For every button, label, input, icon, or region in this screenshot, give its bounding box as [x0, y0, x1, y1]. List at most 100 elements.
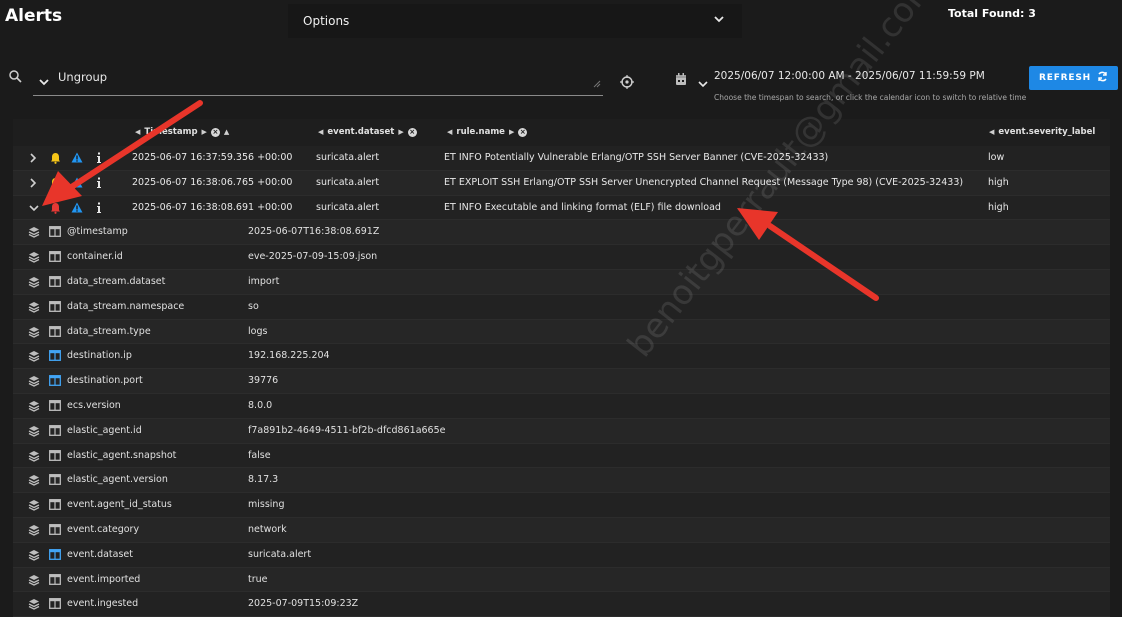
table-body: 2025-06-07 16:37:59.356 +00:00 suricata.… — [13, 146, 1110, 617]
detail-value: true — [248, 573, 268, 585]
chevron-right-icon[interactable] — [29, 178, 37, 191]
layers-icon[interactable] — [28, 499, 40, 514]
group-by-select[interactable]: Ungroup — [33, 62, 603, 96]
refresh-button[interactable]: REFRESH — [1029, 66, 1118, 90]
table-header: ◀ Timestamp ▶ × ▲ ◀ event.dataset ▶ × ◀ … — [13, 119, 1110, 146]
detail-value: import — [248, 275, 280, 287]
date-range-input[interactable]: 2025/06/07 12:00:00 AM - 2025/06/07 11:5… — [714, 70, 985, 82]
detail-key: elastic_agent.snapshot — [67, 449, 177, 461]
warning-icon[interactable] — [71, 202, 83, 216]
chevron-down-icon[interactable] — [29, 204, 39, 215]
column-header-timestamp[interactable]: ◀ Timestamp ▶ × ▲ — [135, 127, 229, 137]
detail-row: elastic_agent.version 8.17.3 — [13, 468, 1110, 494]
column-icon[interactable] — [49, 400, 61, 414]
layers-icon[interactable] — [28, 400, 40, 415]
column-header-severity[interactable]: ◀ event.severity_label — [989, 127, 1095, 137]
layers-icon[interactable] — [28, 226, 40, 241]
remove-column-icon[interactable]: × — [518, 127, 528, 137]
chevron-right-icon[interactable] — [29, 153, 37, 166]
detail-key: @timestamp — [67, 226, 128, 238]
layers-icon[interactable] — [28, 326, 40, 341]
detail-row: data_stream.type logs — [13, 319, 1110, 345]
bell-icon[interactable] — [50, 177, 61, 192]
detail-value: 192.168.225.204 — [248, 350, 330, 362]
column-icon[interactable] — [49, 300, 61, 315]
column-icon[interactable] — [49, 226, 61, 240]
sort-asc-icon[interactable]: ▲ — [224, 128, 229, 136]
bell-icon[interactable] — [50, 152, 61, 167]
table-row[interactable]: 2025-06-07 16:38:08.691 +00:00 suricata.… — [13, 195, 1110, 221]
column-icon[interactable] — [49, 573, 61, 588]
detail-key: elastic_agent.id — [67, 424, 142, 436]
remove-column-icon[interactable]: × — [210, 127, 220, 137]
warning-icon[interactable] — [71, 177, 83, 191]
detail-value: logs — [248, 325, 268, 337]
detail-row: data_stream.namespace so — [13, 294, 1110, 320]
cell-timestamp: 2025-06-07 16:38:06.765 +00:00 — [132, 176, 293, 188]
refresh-icon — [1097, 71, 1108, 85]
calendar-icon[interactable] — [675, 71, 687, 90]
info-icon[interactable] — [96, 177, 102, 192]
chevron-down-icon — [38, 73, 50, 92]
detail-row: destination.ip 192.168.225.204 — [13, 344, 1110, 370]
detail-row: elastic_agent.id f7a891b2-4649-4511-bf2b… — [13, 418, 1110, 444]
warning-icon[interactable] — [71, 152, 83, 166]
info-icon[interactable] — [96, 202, 102, 217]
layers-icon[interactable] — [28, 524, 40, 539]
chevron-down-icon[interactable] — [698, 74, 708, 93]
column-icon[interactable] — [49, 499, 61, 513]
target-icon[interactable] — [620, 74, 634, 93]
detail-key: destination.port — [67, 375, 143, 387]
bell-icon[interactable] — [50, 202, 61, 217]
detail-key: destination.ip — [67, 350, 132, 362]
layers-icon[interactable] — [28, 425, 40, 440]
detail-value: 2025-06-07T16:38:08.691Z — [248, 226, 380, 238]
search-icon — [9, 68, 22, 87]
options-label: Options — [303, 14, 350, 28]
table-row[interactable]: 2025-06-07 16:37:59.356 +00:00 suricata.… — [13, 146, 1110, 171]
column-icon[interactable] — [49, 251, 61, 265]
detail-row: ecs.version 8.0.0 — [13, 393, 1110, 419]
layers-icon[interactable] — [28, 450, 40, 465]
layers-icon[interactable] — [28, 350, 40, 365]
layers-icon[interactable] — [28, 375, 40, 390]
column-header-rule-name[interactable]: ◀ rule.name ▶ × — [447, 127, 528, 137]
remove-column-icon[interactable]: × — [407, 127, 417, 137]
column-icon[interactable] — [49, 325, 61, 340]
detail-key: event.imported — [67, 573, 141, 585]
layers-icon[interactable] — [28, 276, 40, 291]
column-icon[interactable] — [49, 598, 61, 612]
layers-icon[interactable] — [28, 474, 40, 489]
detail-key: container.id — [67, 251, 123, 263]
column-icon[interactable] — [49, 424, 61, 439]
layers-icon[interactable] — [28, 251, 40, 266]
alerts-table: ◀ Timestamp ▶ × ▲ ◀ event.dataset ▶ × ◀ … — [13, 119, 1110, 617]
detail-value: false — [248, 449, 271, 461]
column-icon[interactable] — [49, 375, 61, 389]
layers-icon[interactable] — [28, 301, 40, 316]
column-icon[interactable] — [49, 276, 61, 290]
column-icon[interactable] — [49, 474, 61, 488]
column-icon[interactable] — [49, 548, 61, 563]
detail-row: event.ingested 2025-07-09T15:09:23Z — [13, 592, 1110, 617]
column-icon[interactable] — [49, 524, 61, 538]
cell-dataset: suricata.alert — [316, 201, 380, 213]
detail-key: data_stream.namespace — [67, 300, 185, 312]
detail-value: f7a891b2-4649-4511-bf2b-dfcd861a665e — [248, 424, 446, 436]
layers-icon[interactable] — [28, 598, 40, 613]
column-icon[interactable] — [49, 350, 61, 364]
info-icon[interactable] — [96, 152, 102, 167]
detail-key: elastic_agent.version — [67, 474, 168, 486]
column-icon[interactable] — [49, 449, 61, 464]
layers-icon[interactable] — [28, 574, 40, 589]
resize-handle-icon[interactable] — [593, 73, 601, 92]
detail-row: destination.port 39776 — [13, 369, 1110, 394]
cell-rule-name: ET EXPLOIT SSH Erlang/OTP SSH Server Une… — [444, 176, 964, 188]
column-header-event-dataset[interactable]: ◀ event.dataset ▶ × — [318, 127, 417, 137]
detail-row: event.dataset suricata.alert — [13, 542, 1110, 568]
detail-value: network — [248, 523, 287, 535]
layers-icon[interactable] — [28, 549, 40, 564]
options-dropdown[interactable]: Options — [288, 4, 742, 38]
detail-value: 8.0.0 — [248, 399, 273, 411]
table-row[interactable]: 2025-06-07 16:38:06.765 +00:00 suricata.… — [13, 170, 1110, 196]
